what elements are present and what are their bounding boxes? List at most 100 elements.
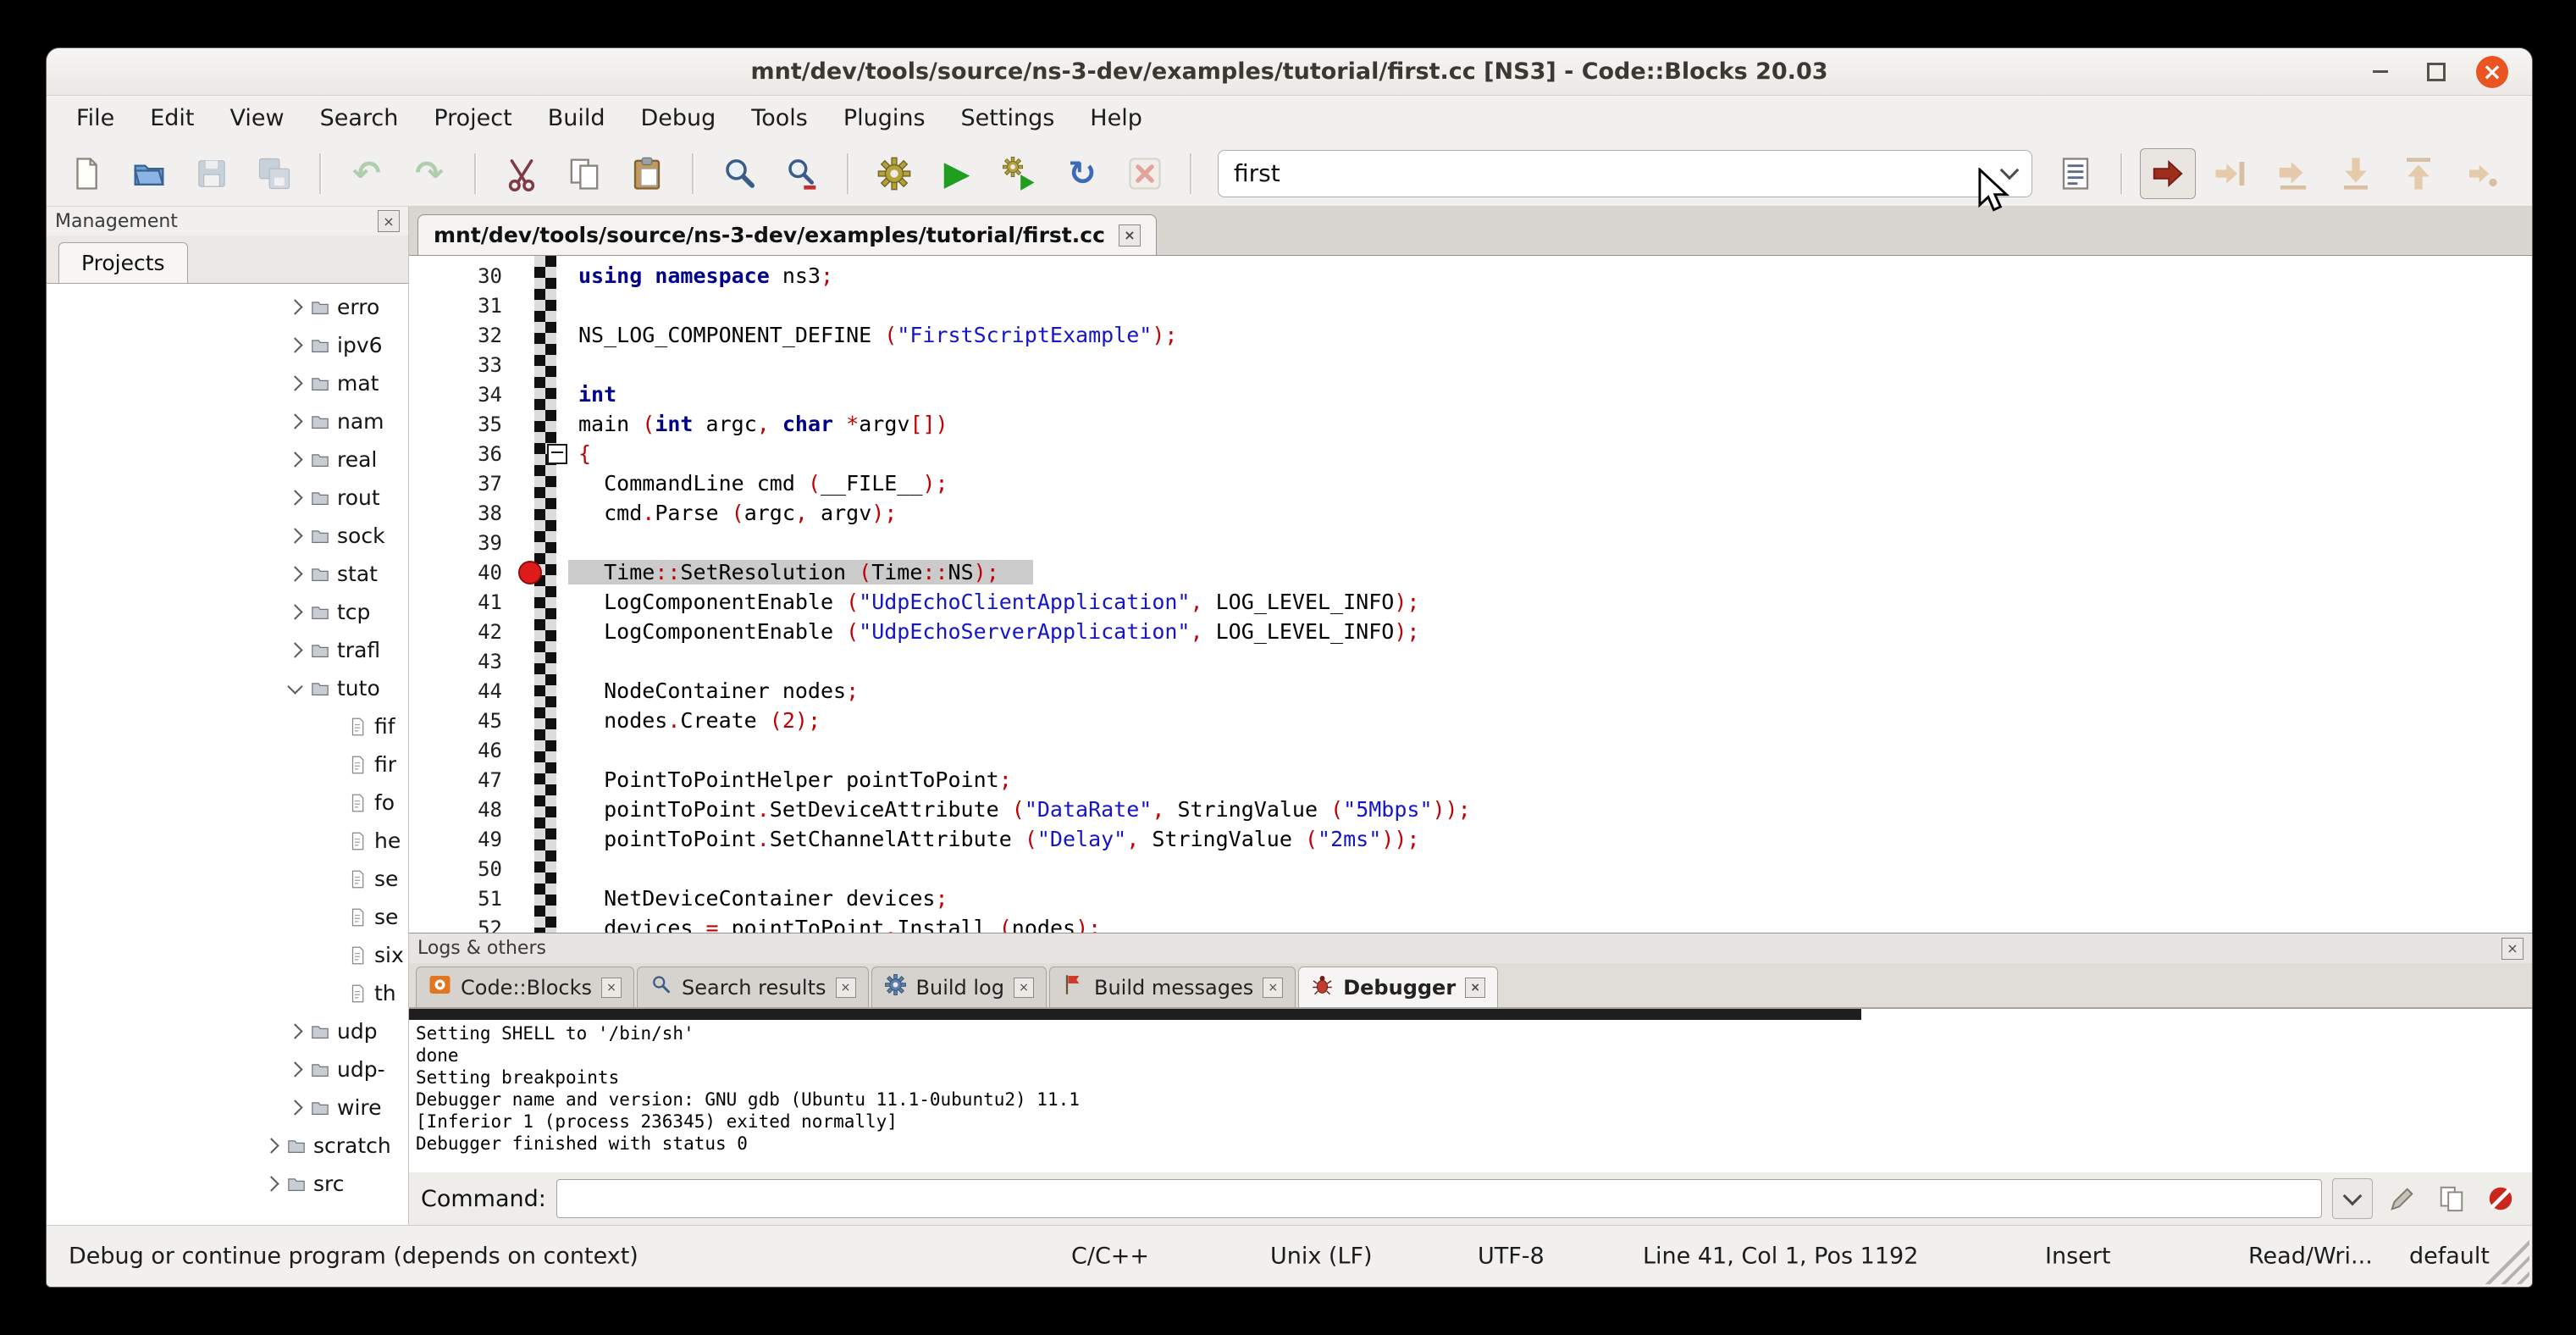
line-number[interactable]: 45 <box>409 709 514 733</box>
code-editor[interactable]: 30using namespace ns3;3132NS_LOG_COMPONE… <box>409 256 2532 933</box>
code-line[interactable]: 33 <box>409 350 2532 379</box>
line-number[interactable]: 39 <box>409 531 514 555</box>
chevron-right-icon[interactable] <box>284 530 306 541</box>
close-tab-icon[interactable] <box>1263 978 1283 998</box>
tree-item[interactable]: trafl <box>47 631 408 669</box>
close-tab-icon[interactable] <box>1465 978 1485 998</box>
tree-item[interactable]: ipv6 <box>47 326 408 364</box>
command-dropdown-button[interactable] <box>2332 1178 2373 1219</box>
close-tab-icon[interactable] <box>601 978 622 998</box>
find-button[interactable] <box>711 148 767 199</box>
debugger-windows-button[interactable] <box>2048 148 2103 199</box>
tree-item[interactable]: fo <box>47 784 408 822</box>
line-number[interactable]: 36 <box>409 442 514 466</box>
tree-item[interactable]: udp <box>47 1012 408 1050</box>
chevron-right-icon[interactable] <box>284 568 306 579</box>
menu-settings[interactable]: Settings <box>943 96 1073 141</box>
chevron-right-icon[interactable] <box>284 302 306 313</box>
code-line[interactable]: 32 NS_LOG_COMPONENT_DEFINE ("FirstScriptE… <box>409 320 2532 350</box>
chevron-right-icon[interactable] <box>284 1102 306 1113</box>
next-line-button[interactable] <box>2265 148 2321 199</box>
menu-project[interactable]: Project <box>416 96 529 141</box>
abort-build-button[interactable] <box>1117 148 1173 199</box>
build-button[interactable] <box>866 148 922 199</box>
minimize-button[interactable] <box>2364 56 2396 88</box>
code-line[interactable]: 41 LogComponentEnable ("UdpEchoClientApp… <box>409 587 2532 617</box>
code-line[interactable]: 35 main (int argc, char *argv[]) <box>409 409 2532 439</box>
copy-log-button[interactable] <box>2432 1179 2471 1218</box>
line-number[interactable]: 46 <box>409 739 514 762</box>
line-number[interactable]: 50 <box>409 857 514 881</box>
chevron-right-icon[interactable] <box>260 1178 282 1189</box>
fold-margin[interactable] <box>546 444 568 464</box>
tab-build-messages[interactable]: Build messages <box>1049 967 1296 1007</box>
build-target-combo[interactable] <box>1218 150 2032 197</box>
code-line[interactable]: 36{ <box>409 439 2532 468</box>
code-line[interactable]: 50 <box>409 854 2532 884</box>
line-number[interactable]: 49 <box>409 828 514 851</box>
project-tree[interactable]: erroipv6matnamrealroutsockstattcptrafltu… <box>47 284 408 1225</box>
line-number[interactable]: 38 <box>409 501 514 525</box>
code-text[interactable]: NetDeviceContainer devices; <box>568 886 948 911</box>
chevron-right-icon[interactable] <box>284 645 306 656</box>
run-to-cursor-button[interactable] <box>2203 148 2258 199</box>
menu-plugins[interactable]: Plugins <box>826 96 943 141</box>
cut-button[interactable] <box>494 148 550 199</box>
logs-close-icon[interactable] <box>2501 938 2523 960</box>
code-text[interactable]: LogComponentEnable ("UdpEchoServerApplic… <box>568 619 1419 644</box>
chevron-right-icon[interactable] <box>284 1026 306 1037</box>
editor-tab[interactable]: mnt/dev/tools/source/ns-3-dev/examples/t… <box>417 214 1157 255</box>
debugger-log[interactable]: Setting SHELL to '/bin/sh'doneSetting br… <box>409 1008 2532 1172</box>
replace-button[interactable] <box>774 148 830 199</box>
tree-item[interactable]: erro <box>47 288 408 326</box>
code-text[interactable]: cmd.Parse (argc, argv); <box>568 501 897 525</box>
tab-code-blocks[interactable]: Code::Blocks <box>416 967 634 1007</box>
code-line[interactable]: 45 nodes.Create (2); <box>409 706 2532 735</box>
menu-help[interactable]: Help <box>1072 96 1160 141</box>
copy-button[interactable] <box>556 148 612 199</box>
line-number[interactable]: 43 <box>409 650 514 673</box>
tree-item[interactable]: th <box>47 974 408 1012</box>
code-line[interactable]: 52 devices = pointToPoint.Install (nodes… <box>409 913 2532 933</box>
paste-button[interactable] <box>619 148 675 199</box>
code-text[interactable]: main (int argc, char *argv[]) <box>568 412 948 436</box>
redo-button[interactable]: ↷ <box>401 148 457 199</box>
rebuild-button[interactable]: ↻ <box>1054 148 1110 199</box>
code-line[interactable]: 47 PointToPointHelper pointToPoint; <box>409 765 2532 795</box>
chevron-right-icon[interactable] <box>260 1140 282 1151</box>
next-instruction-button[interactable] <box>2453 148 2509 199</box>
fold-marker-icon[interactable] <box>547 444 567 464</box>
line-number[interactable]: 51 <box>409 887 514 911</box>
line-number[interactable]: 35 <box>409 413 514 436</box>
close-button[interactable]: × <box>2476 56 2508 88</box>
debug-continue-button[interactable] <box>2140 148 2196 199</box>
step-into-instruction-button[interactable] <box>2516 148 2533 199</box>
menu-build[interactable]: Build <box>530 96 623 141</box>
menu-search[interactable]: Search <box>302 96 417 141</box>
code-line[interactable]: 42 LogComponentEnable ("UdpEchoServerApp… <box>409 617 2532 646</box>
line-number[interactable]: 52 <box>409 917 514 933</box>
tree-item[interactable]: udp- <box>47 1050 408 1088</box>
breakpoint-icon[interactable] <box>518 561 542 584</box>
code-text[interactable]: int <box>568 382 616 407</box>
tree-item[interactable]: wire <box>47 1088 408 1127</box>
tree-item[interactable]: sock <box>47 517 408 555</box>
line-number[interactable]: 34 <box>409 383 514 407</box>
tree-item[interactable]: fir <box>47 745 408 784</box>
line-number[interactable]: 32 <box>409 324 514 347</box>
code-line[interactable]: 39 <box>409 528 2532 557</box>
chevron-right-icon[interactable] <box>284 340 306 351</box>
code-text[interactable]: NS_LOG_COMPONENT_DEFINE ("FirstScriptExa… <box>568 323 1177 347</box>
step-out-button[interactable] <box>2391 148 2446 199</box>
menu-view[interactable]: View <box>212 96 301 141</box>
maximize-button[interactable] <box>2420 56 2452 88</box>
edit-command-button[interactable] <box>2383 1179 2422 1218</box>
code-line[interactable]: 38 cmd.Parse (argc, argv); <box>409 498 2532 528</box>
line-number[interactable]: 42 <box>409 620 514 644</box>
stop-debugger-button[interactable] <box>2481 1179 2520 1218</box>
close-tab-icon[interactable] <box>836 978 856 998</box>
tree-item[interactable]: fif <box>47 707 408 745</box>
tree-item[interactable]: src <box>47 1165 408 1203</box>
tree-item[interactable]: rout <box>47 479 408 517</box>
save-all-button[interactable] <box>246 148 302 199</box>
